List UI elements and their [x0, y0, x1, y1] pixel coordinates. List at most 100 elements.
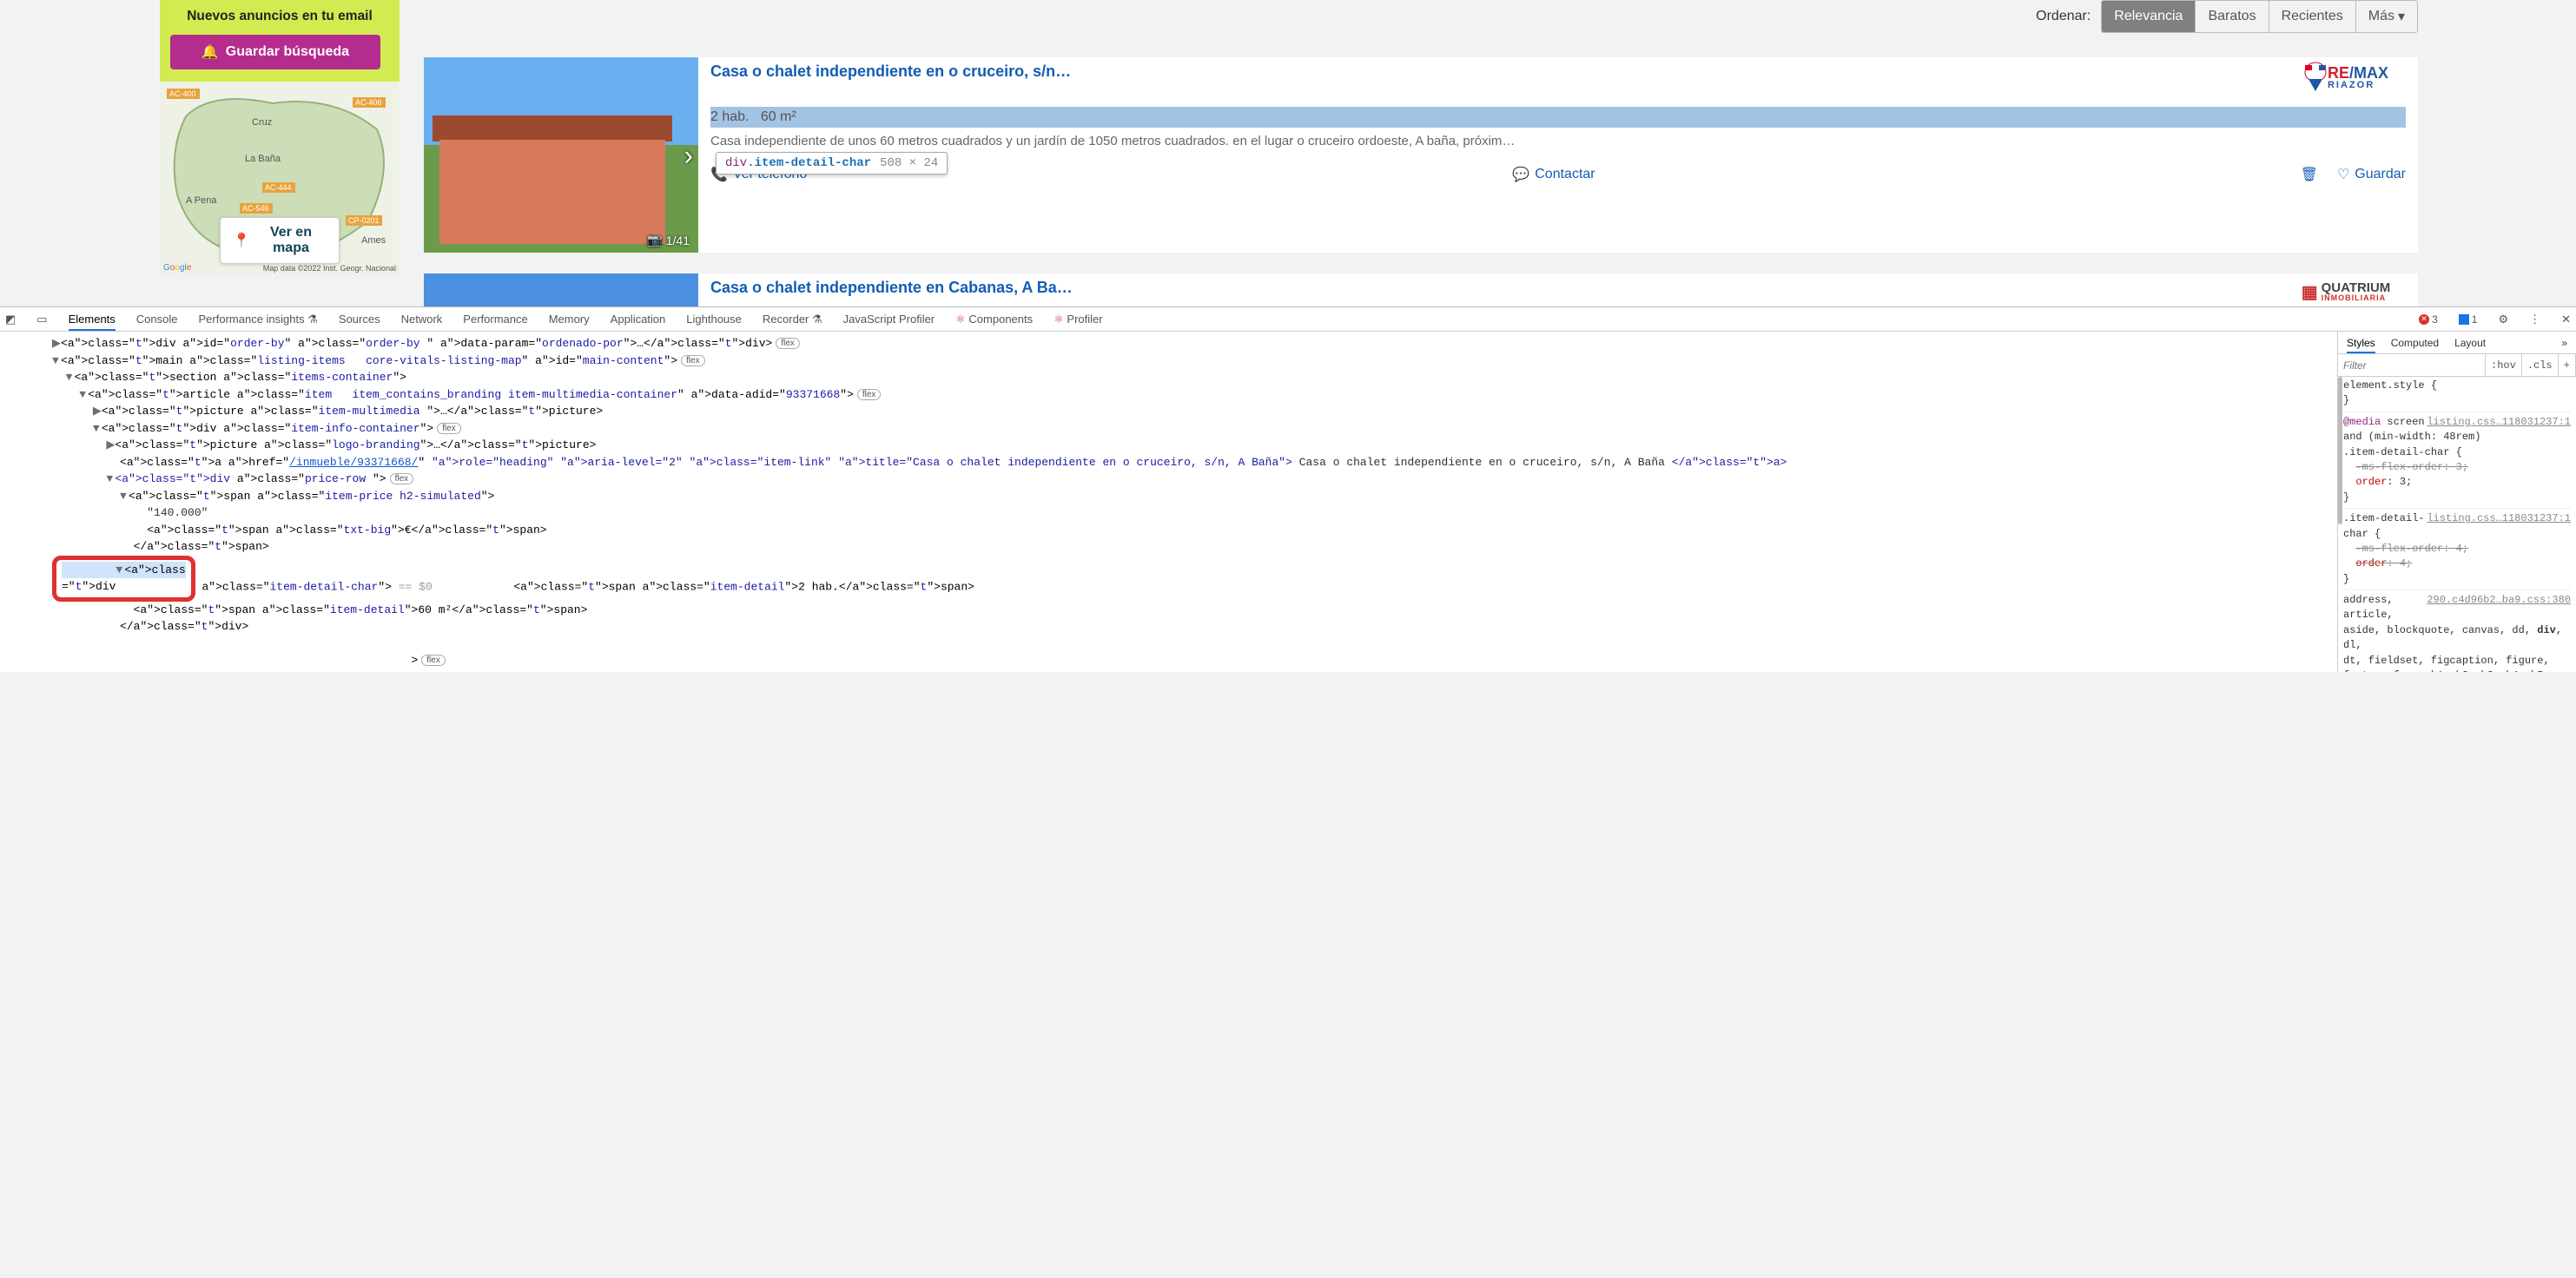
tab-lighthouse[interactable]: Lighthouse — [686, 313, 742, 326]
map-credit: Google — [163, 263, 191, 273]
tab-recorder[interactable]: Recorder ⚗ — [763, 313, 822, 326]
error-count[interactable]: ✕3 — [2419, 313, 2438, 326]
promo-title: Nuevos anuncios en tu email — [170, 9, 389, 24]
cls-toggle[interactable]: .cls — [2521, 354, 2558, 376]
listings: › 📷1/41 RE/MAXRIAZOR Casa o chalet indep… — [424, 57, 2418, 306]
styles-tabs: Styles Computed Layout » — [2338, 332, 2576, 354]
spec-area: 60 m² — [761, 109, 796, 124]
beaker-icon: ⚗ — [812, 313, 822, 326]
new-rule-icon[interactable]: + — [2558, 354, 2575, 376]
react-icon: ⚛ — [1054, 313, 1064, 326]
svg-text:A Pena: A Pena — [186, 195, 217, 206]
tab-memory[interactable]: Memory — [549, 313, 590, 326]
brand-logo[interactable]: ▦ QUATRIUMINMOBILIARIA — [2281, 273, 2411, 306]
sort-tab-baratos[interactable]: Baratos — [2195, 1, 2268, 32]
issue-count[interactable]: 1 — [2459, 313, 2478, 326]
styles-pane: Styles Computed Layout » :hov .cls + ▭ ▤… — [2337, 332, 2576, 672]
listing-photo[interactable]: › 📷1/41 — [424, 57, 698, 253]
tab-components[interactable]: ⚛ Components — [955, 313, 1033, 326]
close-icon[interactable]: ✕ — [2561, 313, 2571, 326]
styles-tab-styles[interactable]: Styles — [2347, 337, 2375, 353]
view-on-map-button[interactable]: 📍 Ver en mapa — [220, 217, 340, 264]
sidebar: Nuevos anuncios en tu email 🔔 Guardar bú… — [160, 0, 400, 274]
hov-toggle[interactable]: :hov — [2485, 354, 2521, 376]
tab-console[interactable]: Console — [136, 313, 178, 326]
tab-performance[interactable]: Performance — [463, 313, 527, 326]
react-icon: ⚛ — [955, 313, 966, 326]
svg-text:AC-444: AC-444 — [265, 183, 292, 192]
listing-title[interactable]: Casa o chalet independiente en Cabanas, … — [710, 279, 1073, 296]
svg-text:AC-546: AC-546 — [242, 204, 269, 213]
listing-description: Casa independiente de unos 60 metros cua… — [710, 133, 2406, 150]
save-search-label: Guardar búsqueda — [226, 44, 349, 60]
listing-card: ▦ QUATRIUMINMOBILIARIA Casa o chalet ind… — [424, 273, 2418, 306]
contact-button[interactable]: 💬Contactar — [1512, 166, 1595, 183]
svg-text:CP-0201: CP-0201 — [348, 216, 380, 225]
devtools: ◩ ▭ Elements Console Performance insight… — [0, 306, 2576, 672]
rule: element.style {} — [2343, 379, 2571, 409]
kebab-icon[interactable]: ⋮ — [2529, 313, 2540, 326]
chat-icon: 💬 — [1512, 166, 1529, 183]
sort-tab-recientes[interactable]: Recientes — [2269, 1, 2355, 32]
styles-rules[interactable]: element.style {} listing.css…118031237:1… — [2338, 377, 2576, 672]
scrollbar-thumb[interactable] — [2338, 377, 2342, 524]
listing-body: RE/MAXRIAZOR Casa o chalet independiente… — [698, 57, 2418, 253]
tooltip-tag: div — [725, 156, 747, 170]
rule: listing.css…118031237:1.item-detail-char… — [2343, 511, 2571, 587]
heart-icon: ♡ — [2337, 166, 2349, 183]
save-button[interactable]: ♡Guardar — [2337, 166, 2406, 183]
tooltip-dims: 508 × 24 — [880, 156, 938, 170]
tab-js-profiler[interactable]: JavaScript Profiler — [843, 313, 935, 326]
beaker-icon: ⚗ — [307, 313, 318, 326]
tab-network[interactable]: Network — [401, 313, 443, 326]
sort-tabs: Relevancia Baratos Recientes Más ▾ — [2101, 0, 2418, 33]
styles-filter-row: :hov .cls + ▭ ▤ — [2338, 354, 2576, 377]
mini-map[interactable]: Cruz La Baña A Pena Negreira Ames AC-400… — [160, 82, 400, 274]
sort-tab-mas-label: Más — [2368, 9, 2394, 24]
save-search-button[interactable]: 🔔 Guardar búsqueda — [170, 35, 380, 69]
sort-tab-mas[interactable]: Más ▾ — [2355, 1, 2417, 32]
map-attribution: Map data ©2022 Inst. Geogr. Nacional — [263, 264, 396, 273]
listing-toolbar: 📞Ver teléfono 💬Contactar 🗑 ♡Guardar — [710, 166, 2406, 183]
tab-perf-insights[interactable]: Performance insights ⚗ — [199, 313, 318, 326]
sort-tab-relevancia[interactable]: Relevancia — [2102, 1, 2195, 32]
grid-icon: ▦ — [2302, 281, 2318, 303]
bell-icon: 🔔 — [201, 43, 219, 61]
styles-tab-computed[interactable]: Computed — [2391, 337, 2439, 349]
svg-text:Ames: Ames — [361, 235, 386, 246]
tab-sources[interactable]: Sources — [339, 313, 380, 326]
tab-elements[interactable]: Elements — [69, 313, 116, 331]
listing-title[interactable]: Casa o chalet independiente en o cruceir… — [710, 63, 1071, 80]
tab-application[interactable]: Application — [611, 313, 666, 326]
balloon-icon — [2303, 62, 2328, 93]
view-on-map-label: Ver en mapa — [255, 225, 327, 256]
caret-down-icon: ▾ — [2398, 8, 2405, 25]
more-icon[interactable]: » — [2561, 337, 2567, 349]
rule: listing.css…118031237:1@media screen and… — [2343, 415, 2571, 505]
brand-logo[interactable]: RE/MAXRIAZOR — [2281, 59, 2411, 96]
tooltip-class: .item-detail-char — [747, 156, 871, 170]
listing-photo[interactable] — [424, 273, 698, 306]
photo-next-icon[interactable]: › — [684, 139, 693, 171]
devtools-body: ▶<a">class="t">div a">id="order-by" a">c… — [0, 332, 2576, 672]
inspect-icon[interactable]: ◩ — [5, 313, 16, 326]
svg-text:Cruz: Cruz — [252, 117, 272, 128]
gear-icon[interactable]: ⚙ — [2498, 313, 2508, 326]
dom-tree[interactable]: ▶<a">class="t">div a">id="order-by" a">c… — [0, 332, 2337, 672]
styles-filter-input[interactable] — [2338, 359, 2485, 372]
inspect-tooltip: div.item-detail-char 508 × 24 — [716, 152, 948, 175]
listing-page: Nuevos anuncios en tu email 🔔 Guardar bú… — [0, 0, 2576, 306]
svg-text:AC-400: AC-400 — [169, 89, 196, 98]
tab-profiler[interactable]: ⚛ Profiler — [1054, 313, 1102, 326]
styles-tab-layout[interactable]: Layout — [2454, 337, 2486, 349]
pin-icon: 📍 — [233, 232, 250, 249]
item-detail-char: 2 hab. 60 m² — [710, 107, 2406, 128]
svg-text:La Baña: La Baña — [245, 154, 281, 164]
camera-icon: 📷 — [647, 233, 662, 247]
photo-counter: 📷1/41 — [647, 233, 690, 247]
trash-icon[interactable]: 🗑 — [2301, 166, 2318, 183]
promo-box: Nuevos anuncios en tu email 🔔 Guardar bú… — [160, 0, 400, 82]
device-icon[interactable]: ▭ — [36, 313, 47, 326]
rule: 290.c4d96b2…ba9.css:380address, article,… — [2343, 593, 2571, 672]
sort-bar: Ordenar: Relevancia Baratos Recientes Má… — [2036, 0, 2418, 33]
